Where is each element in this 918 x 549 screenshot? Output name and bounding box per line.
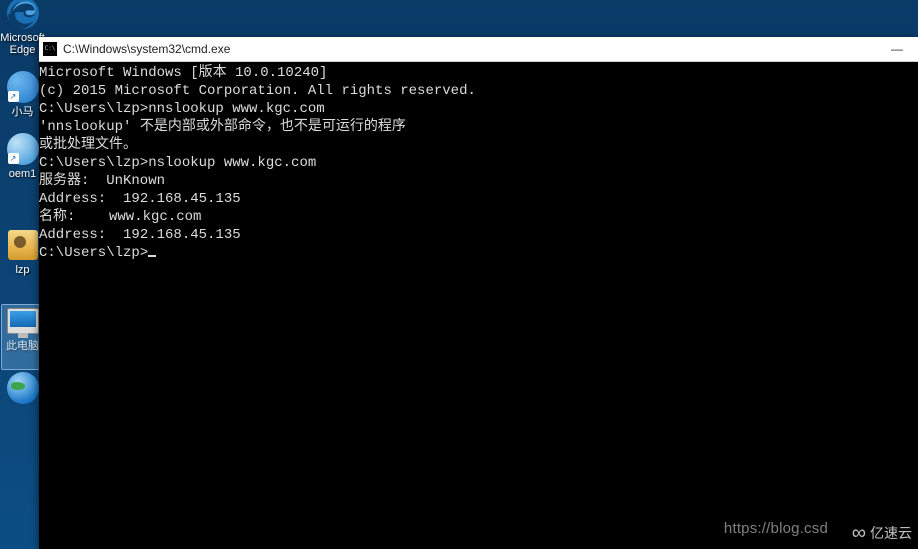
terminal-line: Microsoft Windows [版本 10.0.10240] xyxy=(39,64,918,82)
watermark-brand: ∞ 亿速云 xyxy=(852,523,912,543)
cmd-window-icon xyxy=(43,42,57,56)
terminal-line: Address: 192.168.45.135 xyxy=(39,226,918,244)
terminal-line: C:\Users\lzp>nnslookup www.kgc.com xyxy=(39,100,918,118)
terminal-cursor xyxy=(148,255,156,257)
user-folder-icon xyxy=(8,230,38,260)
desktop: Microsoft Edge ↗ 小马 ↗ oem1 lzp xyxy=(0,0,918,549)
terminal-line: 或批处理文件。 xyxy=(39,136,918,154)
edge-icon xyxy=(6,0,40,30)
terminal-line: 名称: www.kgc.com xyxy=(39,208,918,226)
terminal-line: (c) 2015 Microsoft Corporation. All righ… xyxy=(39,82,918,100)
terminal-line: 服务器: UnKnown xyxy=(39,172,918,190)
watermark-url: https://blog.csd xyxy=(724,520,828,537)
terminal-line: Address: 192.168.45.135 xyxy=(39,190,918,208)
terminal-line: C:\Users\lzp> xyxy=(39,244,918,262)
globe-icon xyxy=(7,372,39,404)
shortcut-badge-icon: ↗ xyxy=(8,91,19,102)
this-pc-icon xyxy=(7,308,39,334)
cmd-window: C:\Windows\system32\cmd.exe — Microsoft … xyxy=(39,37,918,549)
terminal-line: C:\Users\lzp>nslookup www.kgc.com xyxy=(39,154,918,172)
minimize-icon: — xyxy=(891,42,903,56)
terminal-output[interactable]: Microsoft Windows [版本 10.0.10240](c) 201… xyxy=(39,62,918,549)
terminal-line: 'nnslookup' 不是内部或外部命令，也不是可运行的程序 xyxy=(39,118,918,136)
window-title: C:\Windows\system32\cmd.exe xyxy=(63,42,230,56)
shortcut-badge-icon: ↗ xyxy=(8,153,19,164)
watermark-brand-text: 亿速云 xyxy=(870,523,912,543)
minimize-button[interactable]: — xyxy=(880,37,914,61)
window-titlebar[interactable]: C:\Windows\system32\cmd.exe — xyxy=(39,37,918,62)
infinity-icon: ∞ xyxy=(852,523,866,543)
